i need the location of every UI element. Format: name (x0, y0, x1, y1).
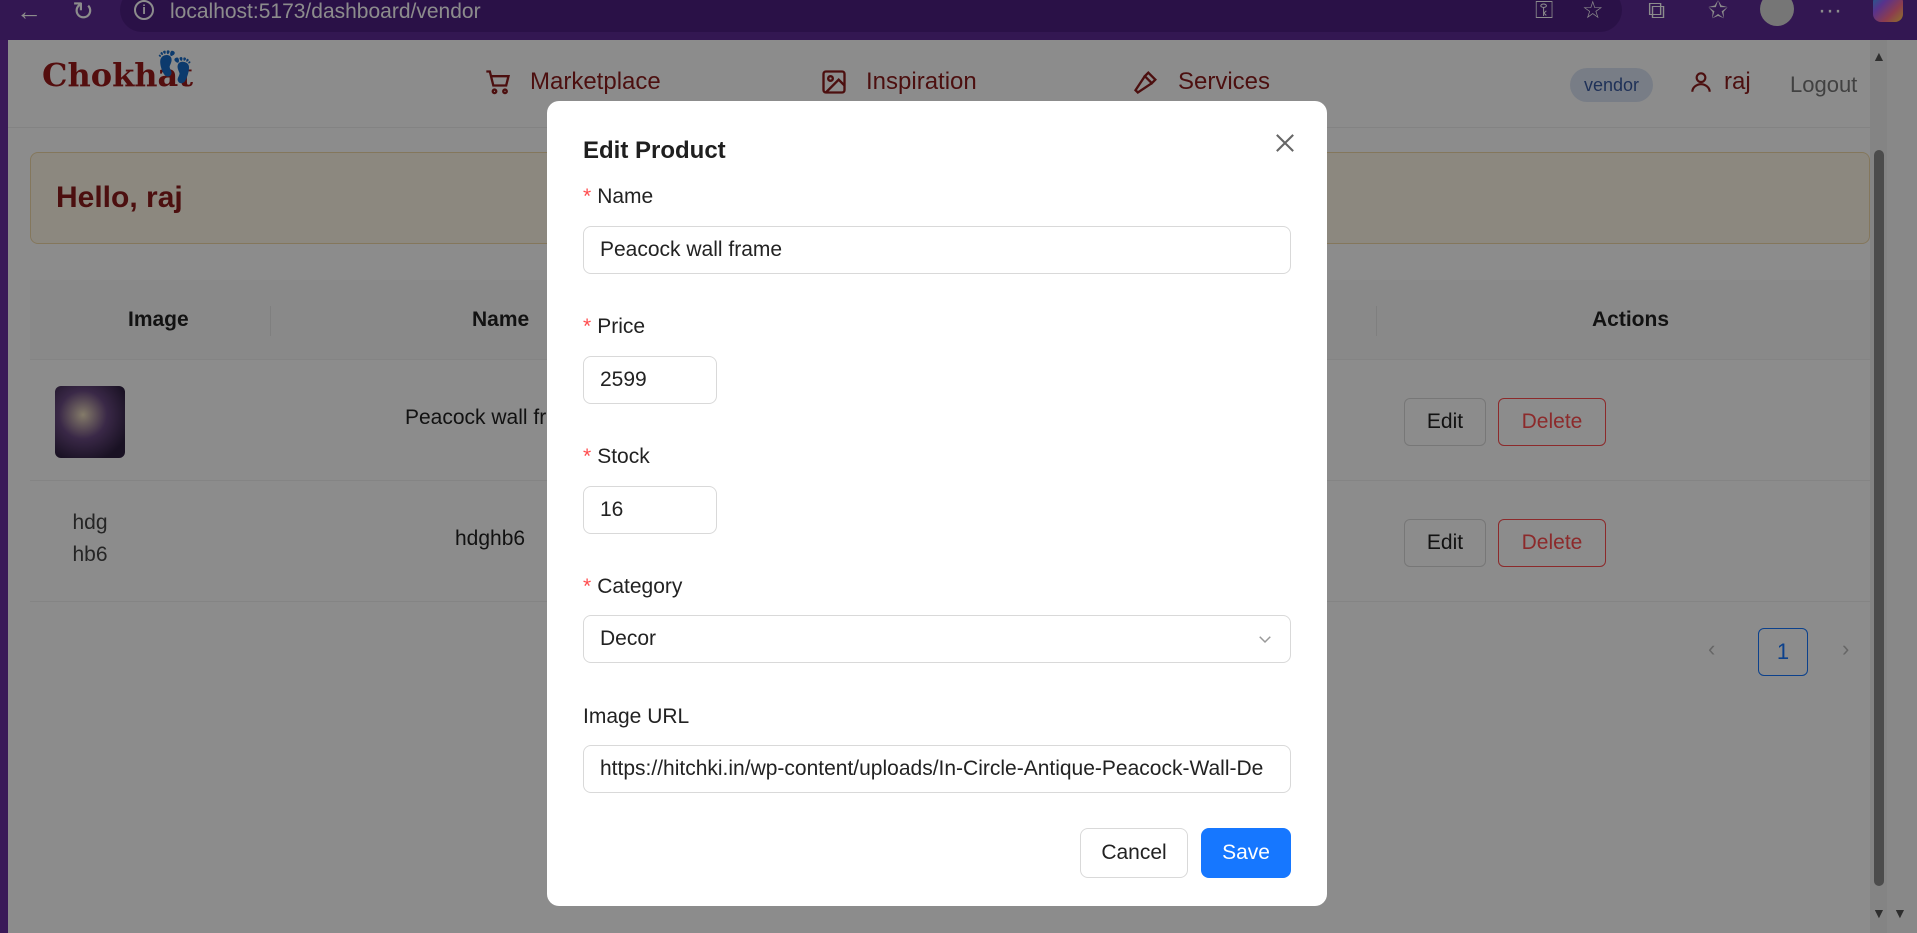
category-label: * Category (583, 575, 683, 598)
image-url-input[interactable] (583, 745, 1291, 793)
save-button[interactable]: Save (1201, 828, 1291, 878)
cancel-button[interactable]: Cancel (1080, 828, 1188, 878)
modal-title: Edit Product (583, 137, 726, 164)
stock-input[interactable] (583, 486, 717, 534)
image-url-label: Image URL (583, 705, 690, 728)
stock-label: * Stock (583, 445, 650, 468)
category-select[interactable]: Decor (583, 615, 1291, 663)
required-mark: * (583, 315, 592, 338)
price-input[interactable] (583, 356, 717, 404)
required-mark: * (583, 445, 592, 468)
chevron-down-icon (1259, 636, 1271, 644)
category-value: Decor (600, 627, 657, 650)
edit-product-modal: Edit Product *Name *Price *Stock *Catego… (547, 101, 1327, 906)
name-input[interactable] (583, 226, 1291, 274)
price-label: * Price (583, 315, 646, 338)
name-label: * Name (583, 185, 654, 208)
required-mark: * (583, 185, 592, 208)
close-icon[interactable] (1271, 129, 1299, 157)
required-mark: * (583, 575, 592, 598)
